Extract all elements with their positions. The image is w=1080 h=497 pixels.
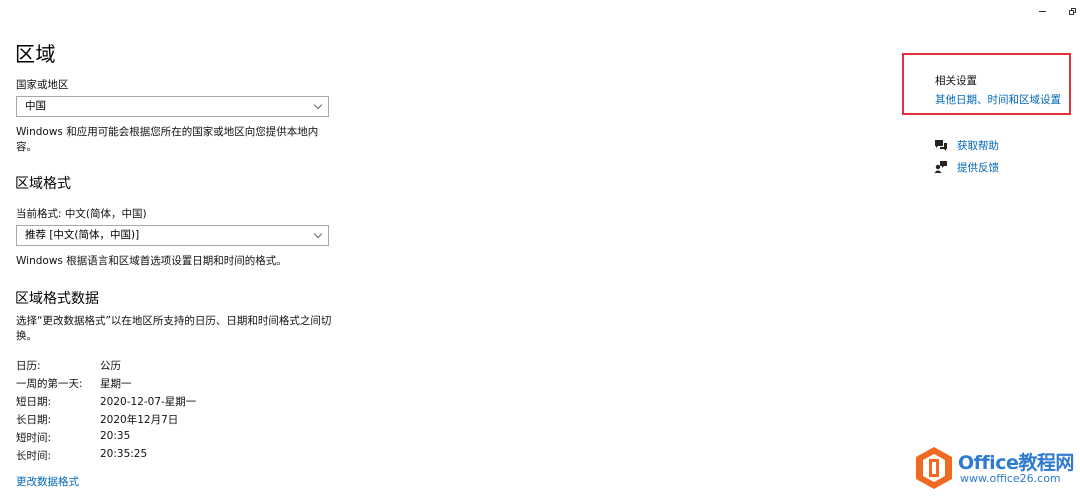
format-row-value: 20:35:25 [100,448,148,460]
region-settings-page: 区域 国家或地区 中国 Windows 和应用可能会根据您所在的国家或地区向您提… [0,0,1080,497]
format-row-key: 长日期: [16,414,52,426]
additional-date-time-region-link[interactable]: 其他日期、时间和区域设置 [935,92,1061,107]
country-dropdown[interactable]: 中国 [16,96,329,117]
country-description: Windows 和应用可能会根据您所在的国家或地区向您提供本地内容。 [16,126,319,153]
format-row-key: 一周的第一天: [16,378,83,390]
chevron-down-icon [313,100,323,110]
office26-watermark-logo: Office教程网 www.office26.com [914,446,1074,490]
format-row-value: 公历 [100,360,121,372]
format-row-key: 短时间: [16,432,52,444]
format-data-heading: 区域格式数据 [15,291,99,307]
current-format-label: 当前格式: 中文(简体，中国) [16,208,147,220]
related-settings-highlight: 相关设置 其他日期、时间和区域设置 [902,53,1071,115]
format-row-key: 日历: [16,360,41,372]
country-selected-value: 中国 [25,100,46,112]
give-feedback-label: 提供反馈 [957,162,999,174]
restore-icon [1068,7,1076,15]
feedback-person-icon [934,161,947,173]
minimize-icon [1038,10,1046,12]
format-row-key: 长时间: [16,450,52,462]
format-row-value: 20:35 [100,430,131,442]
watermark-brand: Office教程网 [958,452,1074,474]
change-data-format-link[interactable]: 更改数据格式 [16,474,79,490]
format-row-value: 2020年12月7日 [100,414,179,426]
format-selected-value: 推荐 [中文(简体，中国)] [25,229,140,241]
minimize-button[interactable] [1034,4,1050,18]
format-row-key: 短日期: [16,396,52,408]
office-logo-icon [916,447,952,489]
related-settings-title: 相关设置 [935,75,977,87]
format-data-description: 选择“更改数据格式”以在地区所支持的日历、日期和时间格式之间切换。 [16,315,332,342]
watermark-site: www.office26.com [960,472,1061,485]
page-title: 区域 [15,42,56,66]
format-description: Windows 根据语言和区域首选项设置日期和时间的格式。 [16,255,287,267]
format-dropdown[interactable]: 推荐 [中文(简体，中国)] [16,225,329,246]
format-heading: 区域格式 [15,176,71,192]
format-row-value: 2020-12-07-星期一 [100,396,197,408]
chevron-down-icon [313,229,323,239]
country-label: 国家或地区 [16,79,69,91]
get-help-label: 获取帮助 [957,140,999,152]
format-row-value: 星期一 [100,378,132,390]
help-chat-icon [935,140,947,151]
restore-button[interactable] [1064,4,1080,18]
